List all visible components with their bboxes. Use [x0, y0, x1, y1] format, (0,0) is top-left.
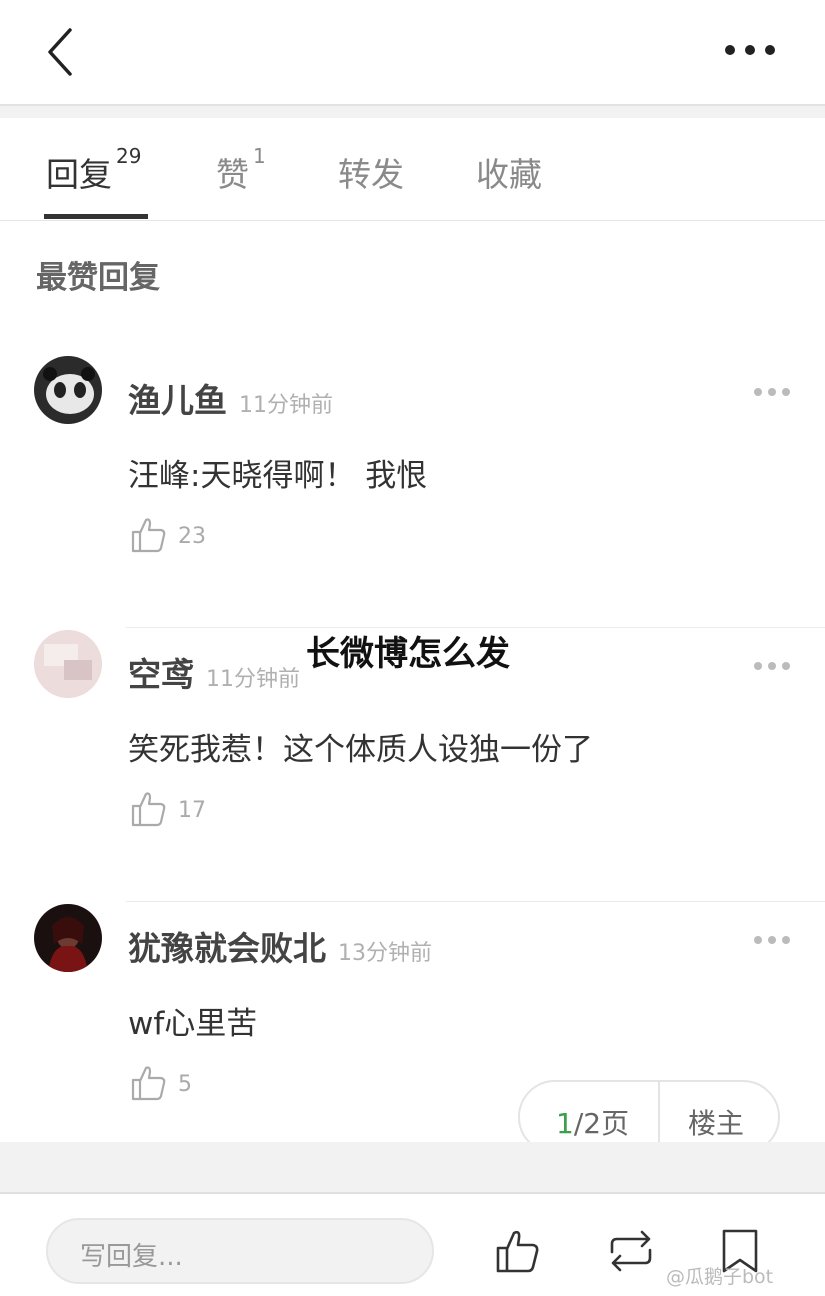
- overlay-title: 长微博怎么发: [306, 634, 510, 674]
- active-tab-indicator: [44, 214, 148, 219]
- comment-username[interactable]: 犹豫就会败北 13分钟前: [128, 922, 432, 970]
- comment-username[interactable]: 空鸢 11分钟前: [128, 648, 300, 696]
- section-title: 最赞回复: [36, 260, 160, 296]
- username-text: 空鸢: [128, 655, 194, 694]
- top-nav-bar: [0, 0, 825, 104]
- back-arrow-icon[interactable]: [40, 24, 84, 80]
- thumbs-up-icon: [131, 1066, 166, 1101]
- comment-more-icon[interactable]: [752, 934, 792, 946]
- comment-time: 13分钟前: [338, 941, 432, 966]
- tab-replies-label: 回复: [46, 155, 112, 194]
- comment-text: 汪峰:天晓得啊！ 我恨: [128, 458, 428, 494]
- footer-separator: [0, 1142, 825, 1194]
- like-count: 17: [178, 798, 206, 823]
- avatar[interactable]: [34, 630, 102, 698]
- comment-text: 笑死我惹！这个体质人设独一份了: [128, 732, 593, 768]
- tab-favorites[interactable]: 收藏: [476, 148, 542, 196]
- more-options-icon[interactable]: [722, 38, 778, 62]
- header-separator: [0, 104, 825, 118]
- reply-input[interactable]: 写回复...: [46, 1218, 434, 1284]
- tab-likes[interactable]: 赞1: [216, 144, 266, 196]
- like-icon[interactable]: [494, 1228, 540, 1274]
- username-text: 犹豫就会败北: [128, 929, 326, 968]
- reply-placeholder: 写回复...: [80, 1242, 183, 1272]
- comment-time: 11分钟前: [206, 667, 300, 692]
- tab-replies[interactable]: 回复 29: [46, 144, 141, 196]
- comment-item: 渔儿鱼 11分钟前 汪峰:天晓得啊！ 我恨 23: [0, 356, 825, 628]
- tab-reposts[interactable]: 转发: [338, 148, 404, 196]
- thumbs-up-icon: [131, 792, 166, 827]
- thumbs-up-icon: [131, 518, 166, 553]
- tab-replies-count: 29: [116, 144, 142, 168]
- owner-only-button[interactable]: 楼主: [688, 1102, 744, 1142]
- tab-bar: 回复 29 赞1 转发 收藏: [0, 118, 825, 221]
- comment-username[interactable]: 渔儿鱼 11分钟前: [128, 374, 333, 422]
- tab-likes-label: 赞: [216, 155, 249, 194]
- tab-reposts-label: 转发: [338, 155, 404, 194]
- avatar[interactable]: [34, 356, 102, 424]
- tab-likes-count: 1: [253, 144, 266, 168]
- tab-favorites-label: 收藏: [476, 155, 542, 194]
- repost-icon[interactable]: [604, 1228, 658, 1274]
- like-count: 23: [178, 524, 206, 549]
- avatar[interactable]: [34, 904, 102, 972]
- current-page: 1: [556, 1107, 574, 1140]
- comment-text: wf心里苦: [128, 1006, 258, 1042]
- username-text: 渔儿鱼: [128, 381, 227, 420]
- page-indicator-button[interactable]: 1/2页: [556, 1102, 629, 1142]
- watermark: @瓜鹅子bot: [666, 1266, 774, 1288]
- comment-more-icon[interactable]: [752, 660, 792, 672]
- like-count: 5: [178, 1072, 192, 1097]
- comment-more-icon[interactable]: [752, 386, 792, 398]
- total-pages: /2页: [573, 1107, 630, 1140]
- comment-time: 11分钟前: [239, 393, 333, 418]
- divider: [126, 901, 825, 902]
